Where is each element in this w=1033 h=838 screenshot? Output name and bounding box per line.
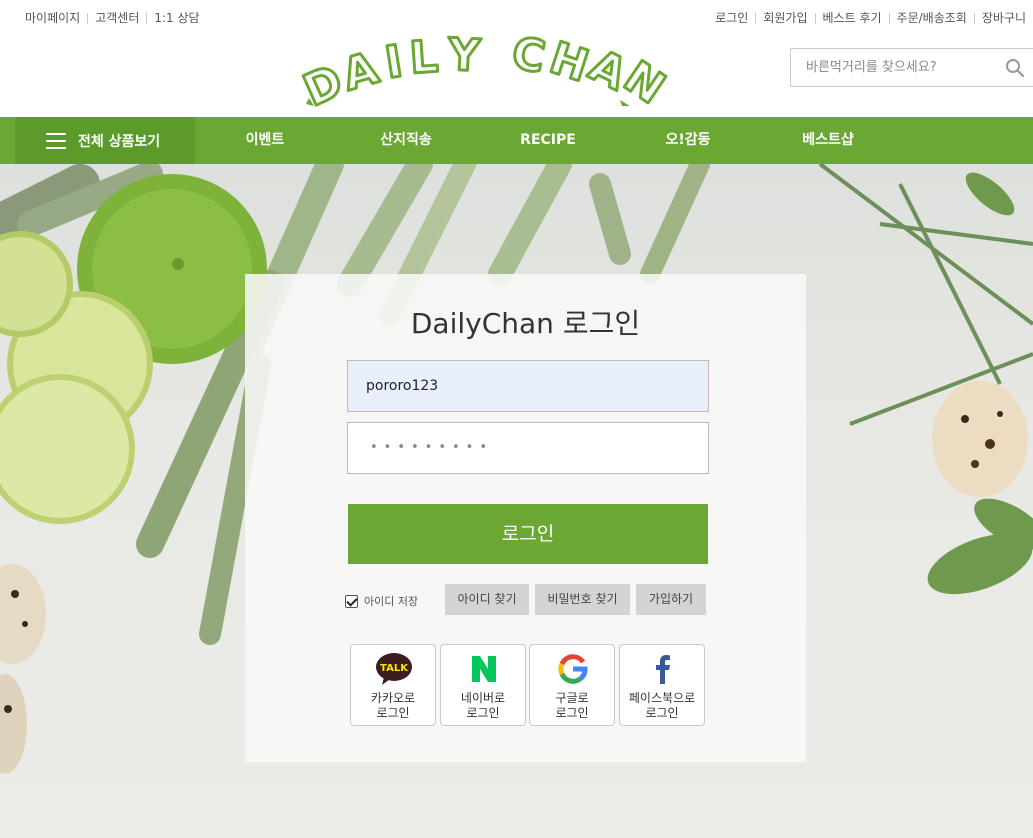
save-id-checkbox[interactable] [345,594,358,608]
all-products-label: 전체 상품보기 [78,133,161,150]
find-id-button[interactable]: 아이디 찾기 [445,584,529,615]
google-login-label: 구글로 로그인 [555,691,589,720]
best-review-link[interactable]: 베스트 후기 [816,10,889,26]
login-panel: DailyChan 로그인 ••••••••• 로그인 아이디 저장 아이디 찾… [245,274,806,762]
signup-button[interactable]: 가입하기 [636,584,706,615]
hamburger-icon [46,132,66,149]
one-on-one-link[interactable]: 1:1 상담 [147,10,206,26]
logo-letter: L [408,31,440,84]
top-account-links: 로그인 회원가입 베스트 후기 주문/배송조회 장바구니 [708,10,1033,26]
search-input[interactable] [806,60,996,75]
find-password-button[interactable]: 비밀번호 찾기 [535,584,630,615]
nav-item-farm-direct[interactable]: 산지직송 [356,117,456,164]
login-link[interactable]: 로그인 [708,10,755,26]
logo-letter: I [382,36,406,89]
kakao-talk-icon: TALK [376,653,412,685]
top-utility-links: 마이페이지 고객센터 1:1 상담 [18,10,207,26]
search-icon[interactable] [1005,58,1025,78]
site-header: 마이페이지 고객센터 1:1 상담 로그인 회원가입 베스트 후기 주문/배송조… [0,0,1033,117]
customer-center-link[interactable]: 고객센터 [88,10,146,26]
naver-login-label: 네이버로 로그인 [460,691,506,720]
cart-link[interactable]: 장바구니 [975,10,1033,26]
search-box [790,48,1033,87]
login-button[interactable]: 로그인 [348,504,708,564]
mypage-link[interactable]: 마이페이지 [18,10,87,26]
kakao-login-label: 카카오로 로그인 [370,691,416,720]
naver-icon [472,656,496,682]
site-logo[interactable]: D A I L Y C H A N [300,20,680,108]
google-icon [558,654,588,684]
main-nav: 전체 상품보기 이벤트 산지직송 RECIPE 오!감동 베스트샵 [0,117,1033,164]
svg-text:TALK: TALK [380,663,409,674]
login-title: DailyChan 로그인 [410,307,641,340]
all-products-menu[interactable]: 전체 상품보기 [15,117,195,164]
user-id-input[interactable] [347,360,709,412]
save-id-option[interactable]: 아이디 저장 [345,593,418,609]
nav-item-bestshop[interactable]: 베스트샵 [778,117,878,164]
nav-item-event[interactable]: 이벤트 [215,117,315,164]
logo-letter: Y [446,29,483,82]
password-input[interactable]: ••••••••• [347,422,709,474]
facebook-login-label: 페이스북으로 로그인 [628,691,696,720]
naver-login-button[interactable]: 네이버로 로그인 [440,644,526,726]
facebook-login-button[interactable]: 페이스북으로 로그인 [619,644,705,726]
order-tracking-link[interactable]: 주문/배송조회 [890,10,974,26]
logo-letter: C [508,28,549,84]
nav-item-ogamdong[interactable]: 오!감동 [638,117,738,164]
save-id-label: 아이디 저장 [364,595,419,608]
kakao-login-button[interactable]: TALK 카카오로 로그인 [350,644,436,726]
nav-item-recipe[interactable]: RECIPE [498,117,598,164]
facebook-icon [656,655,670,684]
signup-link[interactable]: 회원가입 [756,10,814,26]
google-login-button[interactable]: 구글로 로그인 [529,644,615,726]
